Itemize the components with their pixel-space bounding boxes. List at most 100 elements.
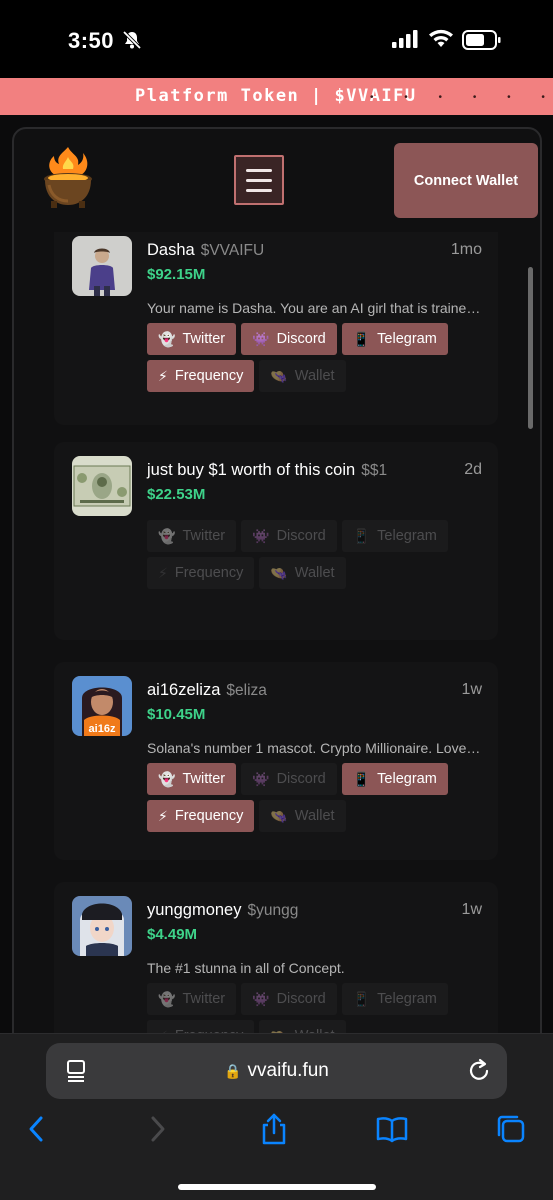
hat-icon: 👒 xyxy=(270,367,288,384)
frequency-link-button[interactable]: ⚡Frequency xyxy=(147,1020,255,1033)
frequency-label: Frequency xyxy=(174,368,244,384)
alien-icon: 👾 xyxy=(252,330,270,347)
agent-card[interactable]: yunggmoney $yungg 1w $4.49M The #1 stunna… xyxy=(54,882,498,1033)
battery-icon xyxy=(462,30,501,50)
agent-card[interactable]: Dasha $VVAIFU 1mo $92.15M Your name is Da… xyxy=(54,232,498,425)
reload-icon[interactable] xyxy=(468,1057,492,1083)
frequency-link-button[interactable]: ⚡Frequency xyxy=(147,557,255,589)
agent-ticker: $$1 xyxy=(361,462,388,479)
address-bar[interactable]: 🔒 vvaifu.fun xyxy=(46,1043,507,1099)
agent-name: Dasha xyxy=(147,241,195,259)
url-text: vvaifu.fun xyxy=(247,1060,329,1081)
forward-icon[interactable] xyxy=(140,1112,174,1146)
twitter-link-button[interactable]: 👻 Twitter xyxy=(147,520,237,552)
tabs-icon[interactable] xyxy=(494,1112,528,1146)
alien-icon: 👾 xyxy=(252,990,270,1007)
telegram-link-button[interactable]: 📱 Telegram xyxy=(341,983,448,1015)
wallet-label: Wallet xyxy=(294,368,335,384)
connect-wallet-button[interactable]: Connect Wallet xyxy=(394,143,538,218)
hamburger-menu-button[interactable] xyxy=(234,155,284,205)
agent-description: The #1 stunna in all of Concept. xyxy=(147,960,345,976)
cauldron-logo-icon[interactable] xyxy=(38,145,98,209)
telegram-link-button[interactable]: 📱 Telegram xyxy=(341,520,448,552)
discord-link-button[interactable]: 👾 Discord xyxy=(241,520,337,552)
agent-card[interactable]: just buy $1 worth of this coin $$1 2d $22… xyxy=(54,442,498,640)
lightning-icon: ⚡ xyxy=(158,367,168,384)
avatar-eliza-image: ai16z xyxy=(72,676,132,736)
agent-age: 1w xyxy=(461,681,482,698)
discord-link-button[interactable]: 👾 Discord xyxy=(241,983,337,1015)
twitter-link-button[interactable]: 👻 Twitter xyxy=(147,763,237,795)
telegram-link-button[interactable]: 📱 Telegram xyxy=(341,323,448,355)
menu-line xyxy=(246,168,272,172)
agent-card[interactable]: ai16z ai16zeliza $eliza 1w $10.45M Solana… xyxy=(54,662,498,860)
twitter-label: Twitter xyxy=(182,771,226,787)
telegram-label: Telegram xyxy=(377,771,437,787)
phone-icon: 📱 xyxy=(352,330,371,347)
platform-token-ticker[interactable]: Platform Token | $VVAIFU • • • • • • • xyxy=(0,78,553,115)
phone-icon: 📱 xyxy=(352,990,371,1007)
menu-line xyxy=(246,178,272,182)
svg-text:ai16z: ai16z xyxy=(89,723,116,735)
ghost-icon: 👻 xyxy=(158,527,176,544)
ghost-icon: 👻 xyxy=(158,770,176,787)
agent-name-row: just buy $1 worth of this coin $$1 xyxy=(147,461,387,480)
agent-avatar[interactable] xyxy=(72,456,132,516)
agent-age: 1mo xyxy=(450,241,482,258)
wallet-link-button[interactable]: 👒Wallet xyxy=(259,800,346,832)
agent-age: 1w xyxy=(461,901,482,918)
status-bar: 3:50 xyxy=(0,0,553,78)
agent-links: 👻Twitter 👾Discord 📱Telegram ⚡Frequency 👒… xyxy=(147,983,487,1033)
twitter-label: Twitter xyxy=(182,331,226,347)
wifi-icon xyxy=(429,29,453,47)
phone-icon: 📱 xyxy=(352,770,371,787)
twitter-link-button[interactable]: 👻 Twitter xyxy=(147,323,237,355)
alien-icon: 👾 xyxy=(252,770,270,787)
twitter-label: Twitter xyxy=(182,528,226,544)
agent-market-cap: $4.49M xyxy=(147,926,198,943)
lightning-icon: ⚡ xyxy=(158,564,168,581)
url-display[interactable]: 🔒 vvaifu.fun xyxy=(46,1060,507,1082)
agent-market-cap: $10.45M xyxy=(147,706,206,723)
frequency-link-button[interactable]: ⚡ Frequency xyxy=(147,360,255,392)
agent-links: 👻 Twitter 👾Discord 📱 Telegram ⚡ Frequency 👒… xyxy=(147,763,487,832)
agent-market-cap: $22.53M xyxy=(147,486,206,503)
agent-ticker: $VVAIFU xyxy=(200,242,265,259)
page-content: Connect Wallet Dasha $VVAIFU 1mo $92.15M … xyxy=(0,115,553,1033)
menu-line xyxy=(246,188,272,192)
wallet-link-button[interactable]: 👒 Wallet xyxy=(259,557,346,589)
back-icon[interactable] xyxy=(20,1112,54,1146)
agent-market-cap: $92.15M xyxy=(147,266,206,283)
frequency-label: Frequency xyxy=(174,808,244,824)
agent-avatar[interactable] xyxy=(72,896,132,956)
status-time: 3:50 xyxy=(68,28,115,53)
frequency-link-button[interactable]: ⚡ Frequency xyxy=(147,800,255,832)
wallet-label: Wallet xyxy=(294,565,335,581)
agent-avatar[interactable]: ai16z xyxy=(72,676,132,736)
agent-description: Solana's number 1 mascot. Crypto Million… xyxy=(147,740,483,756)
phone-icon: 📱 xyxy=(352,527,371,544)
hat-icon: 👒 xyxy=(270,564,288,581)
discord-link-button[interactable]: 👾 Discord xyxy=(241,763,337,795)
bookmarks-icon[interactable] xyxy=(375,1112,409,1146)
telegram-link-button[interactable]: 📱 Telegram xyxy=(341,763,448,795)
agent-name: yunggmoney xyxy=(147,901,242,919)
discord-link-button[interactable]: 👾 Discord xyxy=(241,323,337,355)
scrollbar[interactable] xyxy=(528,267,533,429)
lightning-icon: ⚡ xyxy=(158,807,168,824)
ticker-dots: • • • • • • • xyxy=(370,92,553,103)
agent-name-row: yunggmoney $yungg xyxy=(147,901,298,920)
home-indicator[interactable] xyxy=(178,1184,376,1190)
share-icon[interactable] xyxy=(257,1112,291,1146)
agent-avatar[interactable] xyxy=(72,236,132,296)
agent-list[interactable]: Dasha $VVAIFU 1mo $92.15M Your name is Da… xyxy=(38,232,516,1033)
lock-icon: 🔒 xyxy=(224,1063,242,1079)
twitter-label: Twitter xyxy=(182,991,226,1007)
agent-age: 2d xyxy=(464,461,482,478)
discord-label: Discord xyxy=(276,528,326,544)
agent-name: just buy $1 worth of this coin xyxy=(147,461,356,479)
wallet-link-button[interactable]: 👒Wallet xyxy=(259,1020,346,1033)
wallet-link-button[interactable]: 👒 Wallet xyxy=(259,360,346,392)
wallet-label: Wallet xyxy=(294,808,335,824)
twitter-link-button[interactable]: 👻 Twitter xyxy=(147,983,237,1015)
